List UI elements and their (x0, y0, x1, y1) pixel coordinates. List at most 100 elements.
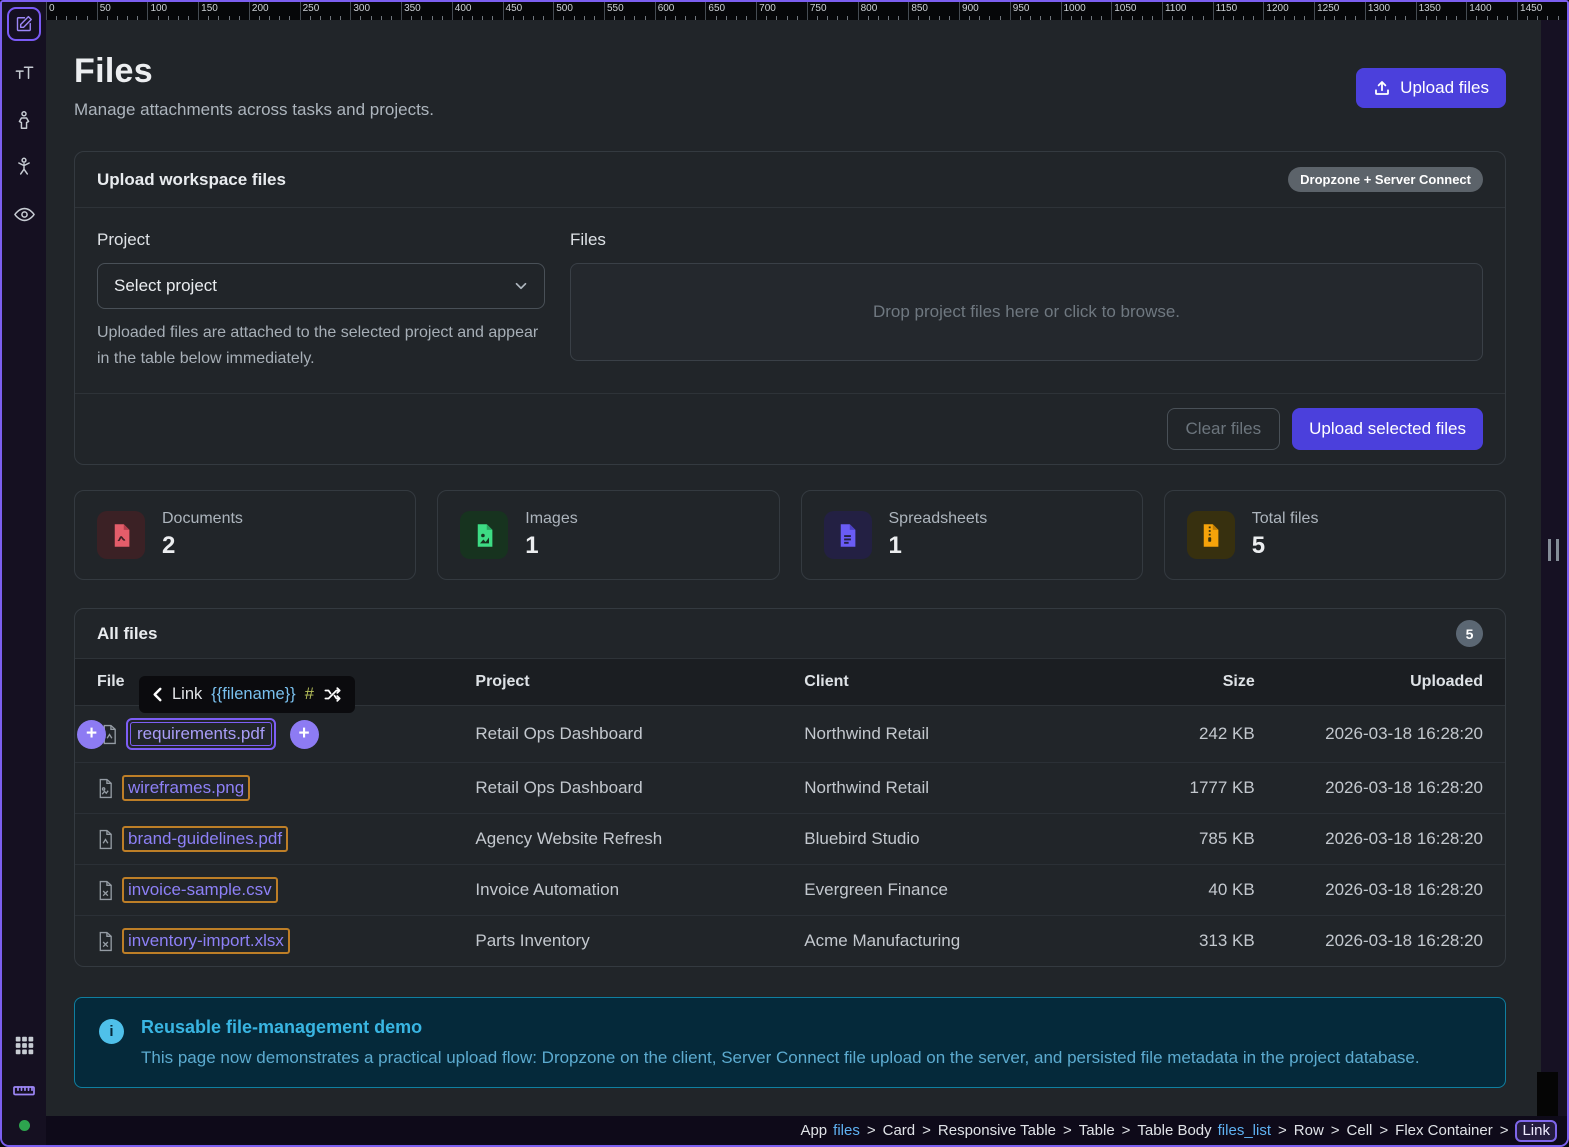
project-select[interactable]: Select project (97, 263, 545, 309)
ruler-tick (1152, 16, 1153, 20)
shuffle-icon[interactable] (323, 685, 342, 704)
ruler-tick-label: 1350 (1419, 3, 1441, 14)
file-link[interactable]: requirements.pdf (130, 722, 272, 746)
breadcrumb-item[interactable]: Table Bodyfiles_list (1137, 1122, 1271, 1139)
image-file-icon (471, 522, 498, 549)
ruler-tick (817, 16, 818, 20)
ruler-tick (1071, 16, 1072, 20)
dropzone-server-badge: Dropzone + Server Connect (1288, 167, 1483, 192)
table-row: inventory-import.xlsx Parts Inventory Ac… (75, 916, 1505, 967)
breadcrumb-separator: > (1379, 1122, 1388, 1139)
ruler-tick-label: 350 (404, 3, 421, 14)
status-dot (19, 1120, 30, 1131)
ruler-tick (847, 16, 848, 20)
file-link[interactable]: brand-guidelines.pdf (122, 826, 288, 852)
ruler-icon (12, 1078, 36, 1102)
file-link[interactable]: inventory-import.xlsx (122, 928, 290, 954)
ruler: 0501001502002503003504004505005506006507… (46, 2, 1567, 20)
ruler-toggle-button[interactable] (9, 1075, 39, 1105)
ruler-tick (168, 16, 169, 20)
ruler-tick (76, 16, 77, 20)
ruler-tick (1294, 16, 1295, 20)
ruler-tick (1263, 2, 1264, 20)
accessibility-button[interactable] (9, 152, 39, 182)
files-table: File Project Client Size Uploaded (75, 658, 1505, 966)
stat-card-documents: Documents 2 (74, 490, 416, 580)
chevron-left-icon[interactable] (152, 687, 163, 702)
file-link[interactable]: wireframes.png (122, 775, 250, 801)
breadcrumb-item[interactable]: Row (1294, 1122, 1324, 1139)
design-edit-button[interactable] (7, 7, 41, 41)
breadcrumb-item[interactable]: Flex Container (1395, 1122, 1493, 1139)
col-size: Size (1112, 659, 1255, 706)
breadcrumb-item-selected[interactable]: Link (1515, 1120, 1557, 1142)
binding-expression[interactable]: {{filename}} (211, 685, 295, 704)
ruler-tick (66, 16, 67, 20)
ruler-tick (634, 16, 635, 20)
ruler-tick (807, 2, 808, 20)
ruler-tick (1497, 16, 1498, 20)
breadcrumb-item[interactable]: Appfiles (800, 1122, 859, 1139)
insert-after-button[interactable]: + (290, 720, 319, 749)
col-project: Project (475, 659, 804, 706)
app-window: 0501001502002503003504004505005506006507… (0, 0, 1569, 1147)
ruler-tick-label: 1300 (1368, 3, 1390, 14)
file-dropzone[interactable]: Drop project files here or click to brow… (570, 263, 1483, 361)
typography-button[interactable] (9, 58, 39, 88)
files-field: Files Drop project files here or click t… (570, 230, 1483, 371)
pdf-file-icon (97, 829, 114, 850)
ruler-tick (858, 2, 859, 20)
col-uploaded: Uploaded (1255, 659, 1505, 706)
breadcrumb-separator: > (1331, 1122, 1340, 1139)
apps-grid-button[interactable] (9, 1030, 39, 1060)
breadcrumb-item[interactable]: Card (883, 1122, 916, 1139)
selected-link-outline[interactable]: requirements.pdf (126, 718, 276, 750)
ruler-tick (929, 16, 930, 20)
ruler-tick (1314, 2, 1315, 20)
file-link[interactable]: invoice-sample.csv (122, 877, 278, 903)
all-files-title: All files (97, 624, 157, 644)
uploaded-cell: 2026-03-18 16:28:20 (1255, 763, 1505, 814)
project-cell: Parts Inventory (475, 916, 804, 967)
ruler-tick (1395, 16, 1396, 20)
ruler-tick-label: 800 (861, 3, 878, 14)
project-label: Project (97, 230, 545, 250)
stat-card-images: Images 1 (437, 490, 779, 580)
right-splitter-rail[interactable] (1541, 20, 1567, 1116)
chevron-down-icon (512, 277, 530, 295)
upload-selected-button[interactable]: Upload selected files (1292, 408, 1483, 450)
clear-files-button[interactable]: Clear files (1167, 408, 1281, 450)
insert-before-button[interactable]: + (77, 720, 106, 749)
ruler-tick (462, 16, 463, 20)
breadcrumb-item[interactable]: Cell (1347, 1122, 1373, 1139)
breadcrumb-item[interactable]: Responsive Table (938, 1122, 1056, 1139)
ruler-tick-label: 0 (49, 3, 55, 14)
ruler-tick (827, 16, 828, 20)
ruler-tick (503, 2, 504, 20)
ruler-tick (1284, 16, 1285, 20)
ruler-tick-label: 1050 (1114, 3, 1136, 14)
ruler-tick (1385, 16, 1386, 20)
ruler-tick (543, 16, 544, 20)
ruler-tick (492, 16, 493, 20)
ruler-tick (756, 2, 757, 20)
file-count-badge: 5 (1456, 620, 1483, 647)
ruler-tick (421, 16, 422, 20)
vertical-scrollbar-thumb[interactable] (1537, 1072, 1558, 1116)
ruler-tick (1010, 2, 1011, 20)
uploaded-cell: 2026-03-18 16:28:20 (1255, 706, 1505, 763)
ruler-tick (1324, 16, 1325, 20)
stat-label: Total files (1252, 510, 1319, 528)
info-person-button[interactable] (9, 105, 39, 135)
upload-files-button[interactable]: Upload files (1356, 68, 1506, 108)
ruler-tick (452, 2, 453, 20)
splitter-grip-icon[interactable] (1548, 539, 1559, 561)
ruler-tick (665, 16, 666, 20)
ruler-tick (513, 16, 514, 20)
preview-button[interactable] (9, 199, 39, 229)
ruler-tick (391, 16, 392, 20)
table-row: invoice-sample.csv Invoice Automation Ev… (75, 865, 1505, 916)
breadcrumb-item[interactable]: Table (1079, 1122, 1115, 1139)
ruler-tick (107, 16, 108, 20)
ruler-tick (1456, 16, 1457, 20)
